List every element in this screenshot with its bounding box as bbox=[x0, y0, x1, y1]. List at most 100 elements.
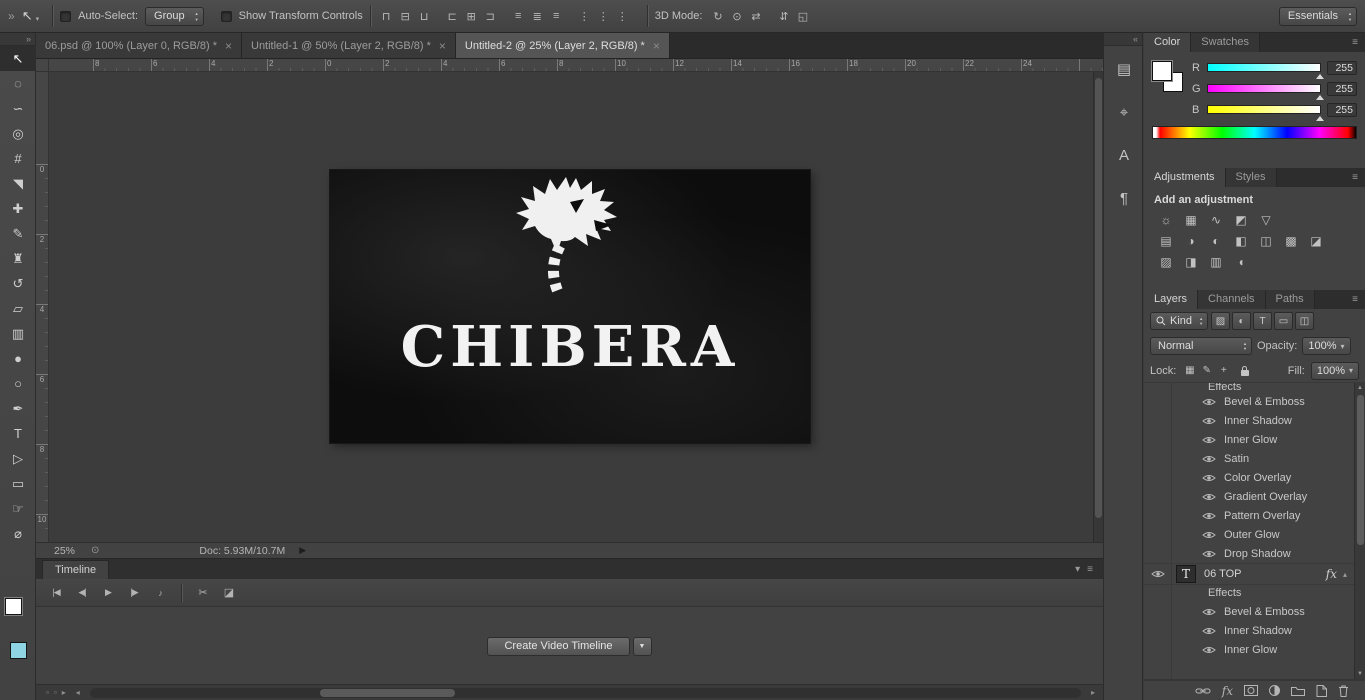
layer-style-icon[interactable]: fx bbox=[1222, 684, 1233, 698]
tab-layers[interactable]: Layers bbox=[1144, 290, 1199, 309]
visibility-eye-icon[interactable] bbox=[1202, 626, 1216, 636]
align-bottom-edges-icon[interactable]: ⊔ bbox=[416, 8, 433, 25]
collapse-effects-icon[interactable] bbox=[1337, 568, 1353, 580]
vertical-ruler[interactable]: 0 2 4 6 8 10 bbox=[36, 72, 49, 542]
tab-paths[interactable]: Paths bbox=[1265, 290, 1315, 309]
layers-scrollbar[interactable]: ▲ ▼ bbox=[1354, 383, 1365, 679]
close-icon[interactable]: × bbox=[653, 39, 660, 53]
foreground-color-swatch[interactable] bbox=[5, 598, 22, 615]
play-button[interactable]: ▶ bbox=[96, 583, 120, 603]
blend-mode-dropdown[interactable]: Normal bbox=[1150, 337, 1252, 355]
effect-row[interactable]: Inner Glow bbox=[1144, 430, 1365, 449]
history-brush-tool[interactable]: ↺ bbox=[0, 271, 36, 296]
quick-selection-tool[interactable]: ◎ bbox=[0, 121, 36, 146]
close-icon[interactable]: × bbox=[225, 39, 232, 53]
filter-kind-dropdown[interactable]: Kind bbox=[1150, 312, 1209, 330]
opacity-field[interactable]: 100% bbox=[1302, 337, 1351, 355]
tab-styles[interactable]: Styles bbox=[1225, 168, 1277, 187]
tools-collapse-icon[interactable]: » bbox=[0, 33, 35, 46]
document-tab[interactable]: Untitled-1 @ 50% (Layer 2, RGB/8) * × bbox=[242, 33, 456, 58]
visibility-eye-icon[interactable] bbox=[1202, 645, 1216, 655]
channel-value-field[interactable]: 255 bbox=[1327, 60, 1357, 75]
canvas-vertical-scrollbar[interactable] bbox=[1093, 72, 1103, 542]
align-right-edges-icon[interactable]: ⊐ bbox=[482, 8, 499, 25]
effect-row[interactable]: Color Overlay bbox=[1144, 468, 1365, 487]
foreground-color-swatch[interactable] bbox=[1152, 61, 1172, 81]
brightness-contrast-icon[interactable]: ☼ bbox=[1156, 211, 1176, 228]
visibility-eye-icon[interactable] bbox=[1202, 416, 1216, 426]
character-panel-icon[interactable]: A bbox=[1104, 135, 1144, 175]
lock-position-icon[interactable]: + bbox=[1216, 363, 1231, 379]
eraser-tool[interactable]: ▱ bbox=[0, 296, 36, 321]
visibility-eye-icon[interactable] bbox=[1202, 492, 1216, 502]
scrollbar-thumb[interactable] bbox=[1356, 395, 1364, 545]
pen-tool[interactable]: ✒ bbox=[0, 396, 36, 421]
previous-frame-button[interactable]: ◀| bbox=[70, 583, 94, 603]
dodge-tool[interactable]: ○ bbox=[0, 371, 36, 396]
clone-source-panel-icon[interactable]: ⌖ bbox=[1104, 92, 1144, 132]
timeline-frame-option-icon[interactable]: ▫ bbox=[46, 688, 49, 697]
options-expand-icon[interactable]: » bbox=[8, 9, 15, 23]
channel-slider[interactable] bbox=[1207, 84, 1324, 100]
channel-slider[interactable] bbox=[1207, 63, 1324, 79]
filter-pixel-layers-icon[interactable]: ▨ bbox=[1211, 312, 1231, 330]
layer-row-06-top[interactable]: T 06 TOP fx bbox=[1144, 563, 1365, 585]
channel-value-field[interactable]: 255 bbox=[1327, 102, 1357, 117]
filter-type-layers-icon[interactable]: T bbox=[1253, 312, 1273, 330]
color-lookup-icon[interactable]: ▩ bbox=[1281, 232, 1301, 249]
scrollbar-thumb[interactable] bbox=[1095, 78, 1102, 518]
new-layer-icon[interactable] bbox=[1316, 684, 1327, 697]
type-tool[interactable]: T bbox=[0, 421, 36, 446]
lock-transparent-pixels-icon[interactable]: ▦ bbox=[1182, 363, 1197, 379]
hue-saturation-icon[interactable]: ▤ bbox=[1156, 232, 1176, 249]
effect-row[interactable]: Bevel & Emboss bbox=[1144, 392, 1365, 411]
group-layers-icon[interactable] bbox=[1291, 686, 1305, 696]
vibrance-icon[interactable]: ▽ bbox=[1256, 211, 1276, 228]
threshold-icon[interactable]: ◨ bbox=[1181, 253, 1201, 270]
path-selection-tool[interactable]: ▷ bbox=[0, 446, 36, 471]
channel-mixer-icon[interactable]: ◫ bbox=[1256, 232, 1276, 249]
tool-preset-picker[interactable]: ↖ bbox=[22, 8, 45, 24]
3d-rotate-icon[interactable]: ↻ bbox=[709, 8, 726, 25]
tab-color[interactable]: Color bbox=[1144, 33, 1192, 52]
close-icon[interactable]: × bbox=[439, 39, 446, 53]
filter-adjustment-layers-icon[interactable]: ◐ bbox=[1232, 312, 1252, 330]
tab-swatches[interactable]: Swatches bbox=[1191, 33, 1260, 52]
slider-thumb-icon[interactable] bbox=[1316, 112, 1324, 121]
filter-shape-layers-icon[interactable]: ▭ bbox=[1274, 312, 1294, 330]
invert-icon[interactable]: ◪ bbox=[1306, 232, 1326, 249]
zoom-tool[interactable]: ⌀ bbox=[0, 521, 36, 546]
properties-panel-icon[interactable]: ▤ bbox=[1104, 49, 1144, 89]
chevron-down-icon[interactable]: ▾ bbox=[1075, 561, 1080, 579]
visibility-eye-icon[interactable] bbox=[1202, 549, 1216, 559]
effects-group-header[interactable]: Effects bbox=[1144, 585, 1365, 602]
black-white-icon[interactable]: ◐ bbox=[1206, 232, 1226, 249]
align-horizontal-centers-icon[interactable]: ⊞ bbox=[463, 8, 480, 25]
filter-smart-objects-icon[interactable]: ◫ bbox=[1295, 312, 1315, 330]
effect-row[interactable]: Gradient Overlay bbox=[1144, 487, 1365, 506]
brush-tool[interactable]: ✎ bbox=[0, 221, 36, 246]
visibility-eye-icon[interactable] bbox=[1202, 435, 1216, 445]
rectangle-tool[interactable]: ▭ bbox=[0, 471, 36, 496]
visibility-eye-icon[interactable] bbox=[1202, 530, 1216, 540]
channel-value-field[interactable]: 255 bbox=[1327, 81, 1357, 96]
lasso-tool[interactable]: ∽ bbox=[0, 96, 36, 121]
eyedropper-tool[interactable]: ◥ bbox=[0, 171, 36, 196]
healing-brush-tool[interactable]: ✚ bbox=[0, 196, 36, 221]
background-color-swatch[interactable] bbox=[10, 642, 27, 659]
effect-row[interactable]: Bevel & Emboss bbox=[1144, 602, 1365, 621]
document-tab[interactable]: Untitled-2 @ 25% (Layer 2, RGB/8) * × bbox=[455, 33, 670, 58]
effects-group-header[interactable]: Effects bbox=[1144, 383, 1365, 392]
create-video-timeline-button[interactable]: Create Video Timeline bbox=[487, 637, 630, 656]
effect-row[interactable]: Pattern Overlay bbox=[1144, 506, 1365, 525]
auto-select-target-dropdown[interactable]: Group bbox=[145, 6, 204, 26]
marquee-tool[interactable]: ◌ bbox=[0, 71, 36, 96]
exposure-icon[interactable]: ◩ bbox=[1231, 211, 1251, 228]
blur-tool[interactable]: ● bbox=[0, 346, 36, 371]
show-transform-checkbox[interactable] bbox=[220, 10, 232, 22]
scroll-down-icon[interactable]: ▼ bbox=[1357, 669, 1363, 679]
fill-field[interactable]: 100% bbox=[1310, 361, 1359, 380]
timeline-type-dropdown[interactable] bbox=[632, 637, 652, 656]
move-tool[interactable]: ↖ bbox=[0, 46, 36, 71]
visibility-eye-icon[interactable] bbox=[1202, 473, 1216, 483]
